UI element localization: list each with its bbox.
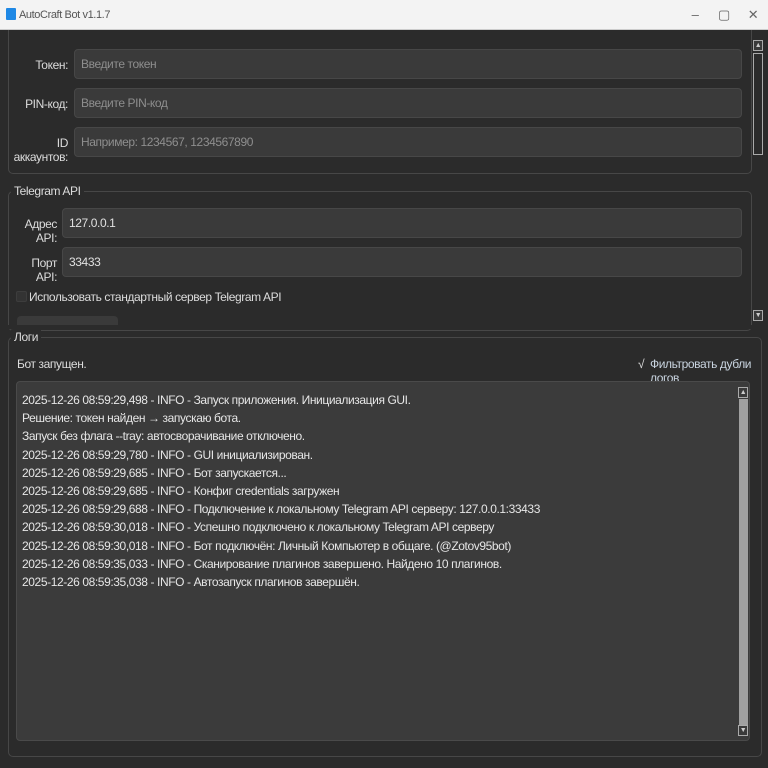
app-icon — [6, 8, 16, 20]
use-default-server-checkbox[interactable] — [16, 291, 27, 302]
maximize-button[interactable]: ▢ — [709, 4, 739, 26]
log-scroll-up-icon[interactable]: ▲ — [738, 387, 748, 398]
scroll-down-icon[interactable]: ▼ — [753, 310, 763, 321]
settings-scrollbar[interactable]: ▲ ▼ — [752, 40, 764, 325]
api-address-input[interactable]: 127.0.0.1 — [62, 208, 742, 238]
log-line: 2025-12-26 08:59:29,685 - INFO - Бот зап… — [22, 465, 287, 480]
accounts-input[interactable]: Например: 1234567, 1234567890 — [74, 127, 742, 157]
log-line: 2025-12-26 08:59:30,018 - INFO - Бот под… — [22, 538, 511, 553]
api-port-input[interactable]: 33433 — [62, 247, 742, 277]
close-button[interactable]: ✕ — [738, 4, 768, 26]
logs-title: Логи — [11, 330, 42, 344]
api-port-label: Порт API: — [31, 256, 57, 284]
window-title: AutoCraft Bot v1.1.7 — [19, 9, 111, 21]
token-label: Токен: — [35, 58, 68, 72]
scrollbar-handle[interactable] — [753, 53, 763, 155]
log-line: 2025-12-26 08:59:35,033 - INFO - Сканиро… — [22, 556, 502, 571]
log-line: Запуск без флага --tray: автосворачивани… — [22, 429, 305, 444]
accounts-label: ID аккаунтов: — [13, 136, 69, 164]
log-scroll-down-icon[interactable]: ▼ — [738, 725, 748, 736]
log-scrollbar-handle[interactable] — [739, 399, 748, 725]
log-line: Решение: токен найден → запускаю бота. — [22, 411, 241, 426]
pin-label: PIN-код: — [25, 97, 68, 111]
telegram-api-title: Telegram API — [11, 184, 84, 198]
api-address-label: Адрес API: — [24, 217, 58, 245]
token-input[interactable]: Введите токен — [74, 49, 742, 79]
title-bar: AutoCraft Bot v1.1.7 – ▢ ✕ — [0, 0, 768, 30]
scroll-up-icon[interactable]: ▲ — [753, 40, 763, 51]
minimize-button[interactable]: – — [680, 4, 710, 26]
log-line: 2025-12-26 08:59:29,498 - INFO - Запуск … — [22, 393, 411, 407]
filter-duplicates-checkbox[interactable]: √ — [638, 357, 645, 371]
log-scrollbar[interactable]: ▲ ▼ — [738, 387, 749, 737]
log-line: 2025-12-26 08:59:35,038 - INFO - Автозап… — [22, 575, 360, 589]
bot-status: Бот запущен. — [17, 357, 87, 371]
log-line: 2025-12-26 08:59:29,688 - INFO - Подключ… — [22, 502, 540, 517]
log-output[interactable]: 2025-12-26 08:59:29,498 - INFO - Запуск … — [16, 381, 750, 741]
pin-input[interactable]: Введите PIN-код — [74, 88, 742, 118]
log-line: 2025-12-26 08:59:29,780 - INFO - GUI ини… — [22, 447, 313, 462]
use-default-server-label: Использовать стандартный сервер Telegram… — [29, 290, 282, 304]
log-line: 2025-12-26 08:59:29,685 - INFO - Конфиг … — [22, 484, 340, 498]
scroll-clip — [0, 325, 752, 329]
log-line: 2025-12-26 08:59:30,018 - INFO - Успешно… — [22, 520, 494, 535]
